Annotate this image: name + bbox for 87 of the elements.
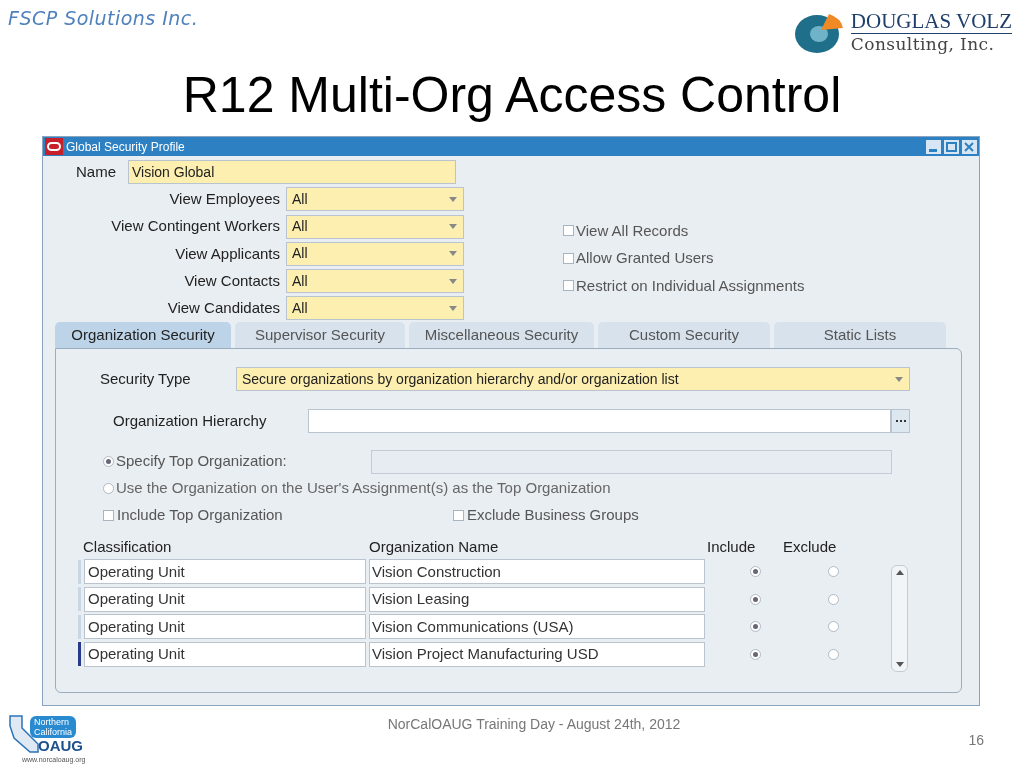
dropdown[interactable]: All bbox=[286, 269, 464, 294]
checkbox-label: Allow Granted Users bbox=[576, 248, 714, 268]
ellipsis-icon bbox=[895, 419, 906, 423]
hierarchy-field[interactable] bbox=[308, 409, 891, 433]
checkbox-label: Restrict on Individual Assignments bbox=[576, 275, 805, 296]
table-cell[interactable]: Operating Unit bbox=[84, 559, 366, 585]
checkbox[interactable] bbox=[563, 252, 574, 264]
logo-text: Consulting, Inc. bbox=[850, 36, 996, 53]
tab[interactable]: Organization Security bbox=[55, 322, 231, 348]
caret-icon bbox=[449, 224, 457, 230]
radio-button[interactable] bbox=[828, 566, 839, 578]
radio-button[interactable] bbox=[749, 566, 761, 578]
app-icon bbox=[45, 138, 63, 155]
page-number: 16 bbox=[967, 731, 984, 750]
list-button[interactable] bbox=[891, 409, 910, 433]
radio-button[interactable] bbox=[103, 456, 114, 467]
radio-button[interactable] bbox=[828, 593, 839, 605]
checkbox[interactable] bbox=[453, 510, 464, 521]
dropdown[interactable]: All bbox=[286, 241, 464, 266]
dropdown-value: All bbox=[292, 298, 309, 318]
name-field[interactable]: Vision Global bbox=[128, 160, 456, 185]
dropdown[interactable]: All bbox=[286, 296, 464, 321]
table-cell[interactable]: Operating Unit bbox=[84, 641, 366, 667]
close-button[interactable] bbox=[962, 139, 977, 154]
radio-label: Use the Organization on the User's Assignment(s) as the Top Organization bbox=[116, 478, 611, 499]
table-cell[interactable]: Vision Leasing bbox=[369, 586, 705, 612]
dropdown-value: All bbox=[292, 189, 309, 209]
caret-icon bbox=[449, 305, 457, 311]
checkbox[interactable] bbox=[103, 510, 114, 521]
column-header: Organization Name bbox=[369, 536, 500, 557]
logo-text: Northern bbox=[34, 717, 70, 727]
tab[interactable]: Supervisor Security bbox=[235, 322, 405, 348]
column-header: Exclude bbox=[783, 536, 838, 557]
table-cell[interactable]: Vision Communications (USA) bbox=[369, 614, 705, 640]
dropdown[interactable]: Secure organizations by organization hierarchy and/or organization list bbox=[236, 367, 910, 391]
table-cell[interactable]: Vision Construction bbox=[369, 559, 705, 585]
checkbox[interactable] bbox=[563, 280, 574, 292]
field-label: View Contacts bbox=[183, 270, 281, 291]
table-cell[interactable]: Operating Unit bbox=[84, 586, 366, 612]
slide-title: R12 Multi-Org Access Control bbox=[182, 66, 842, 125]
radio-button[interactable] bbox=[103, 483, 114, 494]
column-header: Include bbox=[707, 536, 757, 557]
table-cell[interactable]: Operating Unit bbox=[84, 614, 366, 640]
tab[interactable]: Miscellaneous Security bbox=[409, 322, 594, 348]
dropdown-value: Secure organizations by organization hierarchy and/or organization list bbox=[242, 369, 680, 389]
logo-text: OAUG bbox=[38, 738, 83, 753]
field-label: View Employees bbox=[168, 189, 281, 210]
scroll-down-icon[interactable] bbox=[895, 662, 904, 667]
minimize-button[interactable] bbox=[926, 139, 941, 154]
footer-text: NorCalOAUG Training Day - August 24th, 2012 bbox=[386, 715, 682, 734]
checkbox-label: Exclude Business Groups bbox=[467, 505, 639, 526]
scroll-up-icon[interactable] bbox=[895, 570, 904, 575]
maximize-button[interactable] bbox=[944, 139, 959, 154]
field-label: Organization Hierarchy bbox=[112, 410, 268, 431]
caret-icon bbox=[895, 376, 903, 382]
radio-button[interactable] bbox=[828, 648, 839, 660]
dropdown-value: All bbox=[292, 217, 309, 237]
dropdown-value: All bbox=[292, 244, 309, 264]
radio-label: Specify Top Organization: bbox=[116, 451, 287, 472]
company-name: FSCP Solutions Inc. bbox=[8, 6, 199, 31]
dropdown[interactable]: All bbox=[286, 214, 464, 239]
caret-icon bbox=[449, 196, 457, 202]
column-header: Classification bbox=[82, 536, 173, 557]
radio-button[interactable] bbox=[749, 648, 761, 660]
logo-text: DOUGLAS VOLZ bbox=[850, 11, 1012, 34]
field-label: Security Type bbox=[99, 368, 192, 389]
table-cell[interactable]: Vision Project Manufacturing USD bbox=[369, 641, 705, 667]
caret-icon bbox=[449, 278, 457, 284]
checkbox[interactable] bbox=[563, 225, 574, 237]
field-label: Name bbox=[75, 162, 117, 183]
scrollbar[interactable] bbox=[891, 565, 908, 672]
window-title: Global Security Profile bbox=[66, 138, 185, 156]
top-organization-field[interactable] bbox=[370, 449, 892, 474]
checkbox-label: View All Records bbox=[576, 220, 689, 241]
checkbox-label: Include Top Organization bbox=[117, 505, 283, 526]
radio-button[interactable] bbox=[749, 593, 761, 605]
logo-text: California bbox=[34, 727, 73, 737]
caret-icon bbox=[449, 251, 457, 257]
field-label: View Candidates bbox=[166, 298, 281, 319]
tab[interactable]: Custom Security bbox=[598, 322, 770, 348]
dropdown[interactable]: All bbox=[286, 187, 464, 212]
dropdown-value: All bbox=[292, 271, 309, 291]
radio-button[interactable] bbox=[828, 621, 839, 633]
field-label: View Contingent Workers bbox=[110, 216, 281, 237]
field-label: View Applicants bbox=[174, 243, 281, 264]
tab[interactable]: Static Lists bbox=[774, 322, 946, 348]
radio-button[interactable] bbox=[749, 621, 761, 633]
